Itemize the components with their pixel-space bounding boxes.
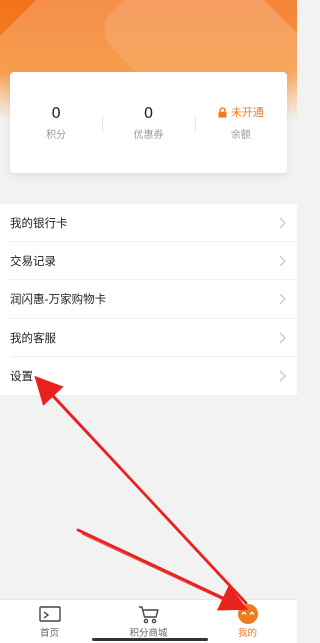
points-label: 积分 bbox=[46, 129, 67, 141]
menu-item-label: 交易记录 bbox=[10, 254, 56, 269]
menu-item-bank-cards[interactable]: 我的银行卡 bbox=[0, 204, 297, 243]
menu-item-shopping-card[interactable]: 润闪惠-万家购物卡 bbox=[0, 280, 297, 319]
chevron-right-icon bbox=[279, 370, 286, 382]
menu-item-label: 润闪惠-万家购物卡 bbox=[10, 292, 107, 307]
home-icon bbox=[38, 606, 61, 622]
menu-item-transactions[interactable]: 交易记录 bbox=[0, 242, 297, 281]
coupons-stat[interactable]: 0 优惠券 bbox=[102, 72, 194, 173]
tab-points-mall[interactable]: 积分商城 bbox=[99, 600, 198, 643]
account-stats-card: 0 积分 0 优惠券 未开通 余额 bbox=[10, 72, 287, 173]
balance-status-text: 未开通 bbox=[230, 105, 264, 119]
tab-mine[interactable]: 我的 bbox=[198, 600, 297, 643]
points-stat[interactable]: 0 积分 bbox=[10, 72, 102, 173]
chevron-right-icon bbox=[279, 332, 286, 344]
lock-icon bbox=[218, 103, 227, 122]
chevron-right-icon bbox=[279, 294, 286, 305]
tab-label: 我的 bbox=[237, 628, 257, 639]
menu-item-label: 设置 bbox=[10, 368, 33, 383]
tab-label: 首页 bbox=[39, 628, 59, 639]
chevron-right-icon bbox=[279, 217, 286, 229]
menu-item-label: 我的客服 bbox=[10, 330, 56, 345]
menu-item-customer-service[interactable]: 我的客服 bbox=[0, 319, 297, 357]
cart-icon bbox=[138, 606, 159, 624]
home-indicator bbox=[92, 638, 208, 641]
profile-menu-list: 我的银行卡 交易记录 润闪惠-万家购物卡 我的客服 设置 bbox=[0, 204, 297, 395]
balance-status-row: 未开通 bbox=[218, 103, 264, 122]
chevron-right-icon bbox=[279, 255, 286, 267]
balance-stat[interactable]: 未开通 余额 bbox=[194, 72, 287, 173]
profile-smile-icon bbox=[237, 604, 258, 624]
balance-label: 余额 bbox=[230, 130, 251, 141]
menu-item-label: 我的银行卡 bbox=[10, 216, 68, 231]
points-value: 0 bbox=[51, 103, 61, 122]
coupons-label: 优惠券 bbox=[133, 129, 164, 141]
menu-item-settings[interactable]: 设置 bbox=[0, 357, 297, 395]
coupons-value: 0 bbox=[143, 103, 154, 122]
bottom-tab-bar: 首页 积分商城 我的 bbox=[0, 599, 297, 643]
tab-home[interactable]: 首页 bbox=[0, 600, 99, 643]
